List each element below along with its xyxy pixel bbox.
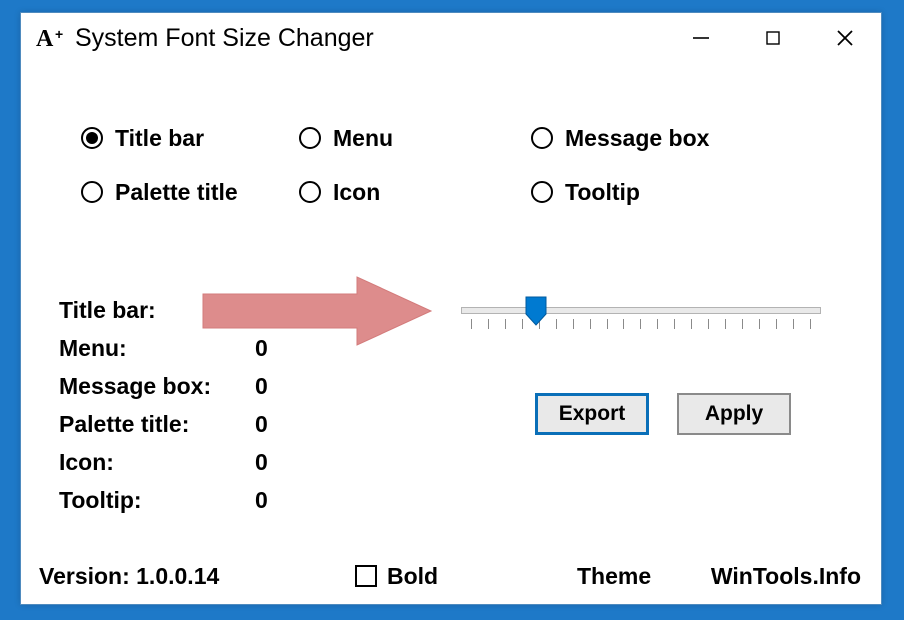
value-number: 0 (255, 405, 295, 443)
svg-text:+: + (55, 26, 63, 42)
value-row-message-box: Message box: 0 (59, 367, 295, 405)
app-icon: A + (35, 23, 65, 53)
maximize-button[interactable] (737, 14, 809, 62)
window-controls (665, 13, 881, 63)
title-bar: A + System Font Size Changer (21, 13, 881, 63)
slider-track (461, 307, 821, 314)
radio-icon (299, 181, 321, 203)
radio-icon (299, 127, 321, 149)
value-label: Icon: (59, 443, 255, 481)
svg-text:A: A (36, 26, 54, 52)
action-buttons: Export Apply (535, 393, 791, 435)
value-number: 0 (255, 291, 295, 329)
value-number: 0 (255, 481, 295, 519)
app-window: A + System Font Size Changer (20, 12, 882, 605)
radio-icon (531, 127, 553, 149)
maximize-icon (765, 30, 781, 46)
checkbox-icon (355, 565, 377, 587)
button-label: Apply (705, 402, 763, 426)
radio-tooltip[interactable]: Tooltip (531, 177, 791, 207)
apply-button[interactable]: Apply (677, 393, 791, 435)
value-row-palette: Palette title: 0 (59, 405, 295, 443)
radio-label: Icon (333, 179, 380, 206)
radio-message-box[interactable]: Message box (531, 123, 791, 153)
radio-label: Message box (565, 125, 709, 152)
value-label: Menu: (59, 329, 255, 367)
close-icon (835, 28, 855, 48)
minimize-icon (692, 29, 710, 47)
value-number: 0 (255, 443, 295, 481)
export-button[interactable]: Export (535, 393, 649, 435)
value-label: Message box: (59, 367, 255, 405)
value-row-title-bar: Title bar: 0 (59, 291, 295, 329)
minimize-button[interactable] (665, 14, 737, 62)
value-label: Tooltip: (59, 481, 255, 519)
slider-ticks (471, 319, 811, 333)
wintools-link[interactable]: WinTools.Info (711, 563, 861, 590)
value-number: 0 (255, 329, 295, 367)
bold-label: Bold (387, 563, 438, 590)
value-row-tooltip: Tooltip: 0 (59, 481, 295, 519)
slider-thumb-icon[interactable] (525, 296, 547, 326)
values-list: Title bar: 0 Menu: 0 Message box: 0 Pale… (59, 291, 295, 519)
body-area: Title bar Menu Message box Palette title… (21, 63, 881, 604)
button-label: Export (559, 402, 626, 426)
theme-link[interactable]: Theme (577, 563, 651, 590)
radio-label: Tooltip (565, 179, 640, 206)
value-number: 0 (255, 367, 295, 405)
size-slider[interactable] (461, 297, 821, 345)
radio-menu[interactable]: Menu (299, 123, 531, 153)
value-row-icon: Icon: 0 (59, 443, 295, 481)
radio-group: Title bar Menu Message box Palette title… (81, 123, 791, 207)
bold-checkbox[interactable]: Bold (355, 563, 438, 590)
radio-icon (81, 181, 103, 203)
radio-label: Menu (333, 125, 393, 152)
status-bar: Version: 1.0.0.14 Bold Theme WinTools.In… (39, 560, 863, 592)
radio-palette-title[interactable]: Palette title (81, 177, 299, 207)
value-label: Palette title: (59, 405, 255, 443)
radio-title-bar[interactable]: Title bar (81, 123, 299, 153)
radio-label: Title bar (115, 125, 204, 152)
close-button[interactable] (809, 14, 881, 62)
radio-label: Palette title (115, 179, 238, 206)
radio-icon (81, 127, 103, 149)
value-row-menu: Menu: 0 (59, 329, 295, 367)
radio-icon (531, 181, 553, 203)
version-label: Version: 1.0.0.14 (39, 563, 219, 590)
radio-icon-radio[interactable]: Icon (299, 177, 531, 207)
value-label: Title bar: (59, 291, 255, 329)
window-title: System Font Size Changer (75, 24, 374, 53)
